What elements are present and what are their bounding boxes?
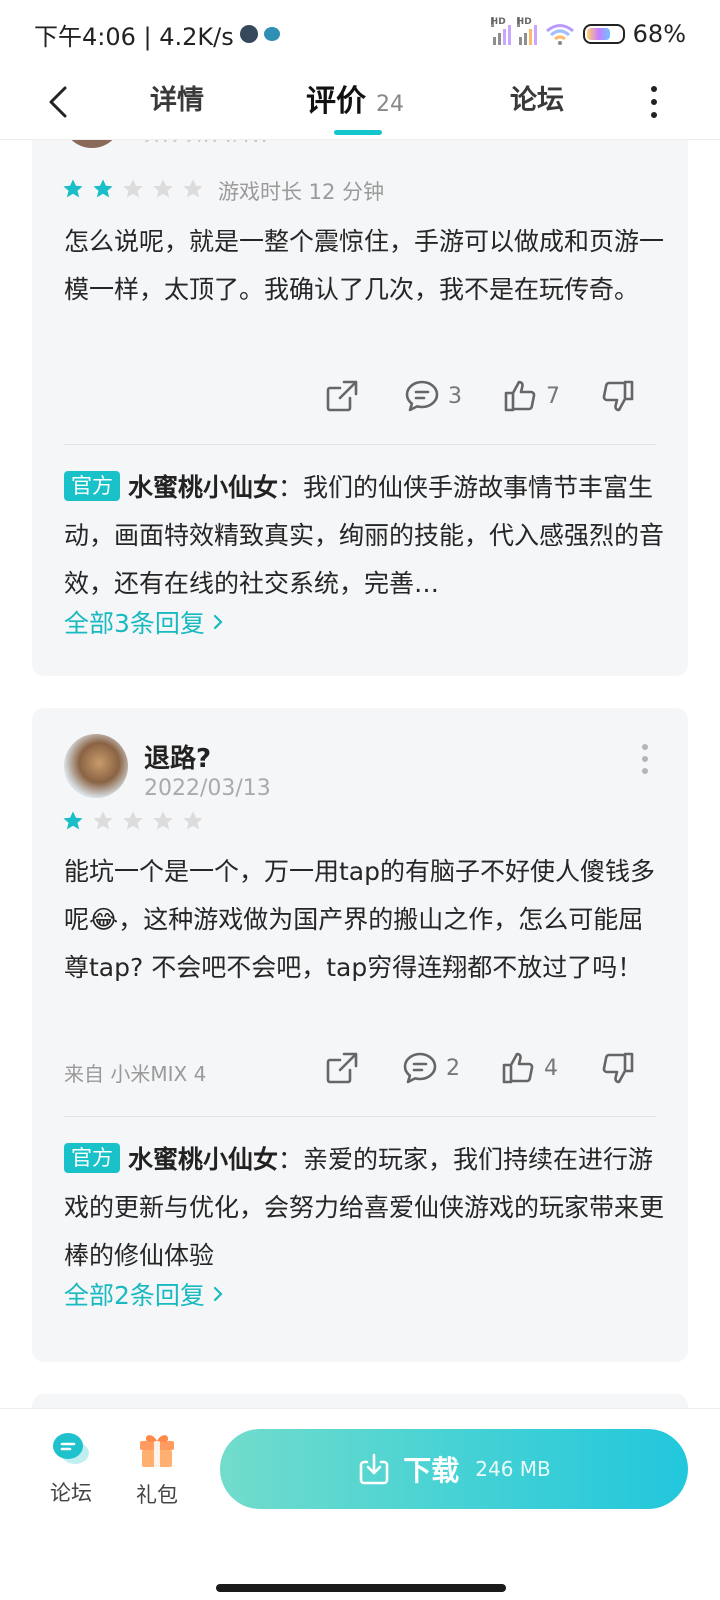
back-arrow-icon xyxy=(49,86,67,118)
share-button[interactable] xyxy=(324,1050,360,1086)
signal-icon-2: HD xyxy=(516,17,537,45)
bottom-action-bar: 论坛 礼包 下载 246 MB xyxy=(0,1408,720,1568)
battery-percent: 68% xyxy=(632,20,686,48)
thumbs-up-icon xyxy=(504,380,536,412)
signal-icon: HD xyxy=(490,17,511,45)
avatar[interactable] xyxy=(64,734,128,798)
official-reply: 官方 水蜜桃小仙女：我们的仙侠手游故事情节丰富生动，画面特效精致真实，绚丽的技能，… xyxy=(64,464,664,608)
star-icon xyxy=(183,811,203,830)
comment-count: 3 xyxy=(448,383,462,409)
share-icon xyxy=(326,380,358,412)
chevron-right-icon xyxy=(213,614,223,630)
share-icon xyxy=(326,1052,358,1084)
home-indicator[interactable] xyxy=(216,1584,506,1592)
star-icon xyxy=(63,811,83,830)
like-button[interactable]: 7 xyxy=(502,378,560,414)
gift-button[interactable]: 礼包 xyxy=(136,1429,178,1509)
review-text: 怎么说呢，就是一整个震惊住，手游可以做成和页游一模一样，太顶了。我确认了几次，我… xyxy=(64,227,665,304)
share-button[interactable] xyxy=(324,378,360,414)
reply-author: 水蜜桃小仙女 xyxy=(128,473,279,502)
status-time-speed: 下午4:06 | 4.2K/s xyxy=(34,22,234,51)
star-icon xyxy=(93,179,113,198)
tab-review[interactable]: 评价 24 xyxy=(306,76,404,120)
username[interactable]: 退路? xyxy=(144,738,211,775)
dislike-button[interactable] xyxy=(600,1050,636,1086)
thumbs-down-icon xyxy=(602,1052,634,1084)
forum-button[interactable]: 论坛 xyxy=(50,1431,92,1507)
fish-notification-icon xyxy=(263,27,280,41)
status-right: HD HD 68% xyxy=(490,17,686,48)
tab-detail[interactable]: 详情 xyxy=(150,78,204,117)
rating-stars xyxy=(62,810,204,832)
comment-button[interactable]: 3 xyxy=(404,378,462,414)
more-options-button[interactable] xyxy=(642,744,648,774)
star-icon xyxy=(153,179,173,198)
more-menu-button[interactable] xyxy=(644,82,664,122)
download-label: 下载 xyxy=(403,1454,460,1487)
official-badge: 官方 xyxy=(64,1143,120,1173)
gift-label: 礼包 xyxy=(136,1483,178,1507)
tab-forum[interactable]: 论坛 xyxy=(510,78,564,117)
star-icon xyxy=(153,811,173,830)
review-card: 2022/03/16 游戏时长 12 分钟 怎么说呢，就是一整个震惊住，手游可以… xyxy=(32,110,688,676)
comment-icon xyxy=(405,380,439,412)
review-date: 2022/03/13 xyxy=(144,776,271,801)
thumbs-down-icon xyxy=(602,380,634,412)
star-icon xyxy=(123,179,143,198)
device-label: 来自 小米MIX 4 xyxy=(64,1062,207,1086)
notification-icon xyxy=(239,25,258,43)
download-button[interactable]: 下载 246 MB xyxy=(220,1429,688,1509)
star-icon xyxy=(93,811,113,830)
like-count: 4 xyxy=(544,1055,558,1081)
playtime: 游戏时长 12 分钟 xyxy=(218,180,385,204)
wifi-icon xyxy=(545,24,574,45)
review-card: 退路? 2022/03/13 能坑一个是一个，万一用tap的有脑子不好使人傻钱多… xyxy=(32,708,688,1362)
comment-button[interactable]: 2 xyxy=(402,1050,460,1086)
dislike-button[interactable] xyxy=(600,378,636,414)
download-size: 246 MB xyxy=(475,1457,551,1481)
all-replies-link[interactable]: 全部3条回复 xyxy=(64,604,225,640)
star-icon xyxy=(123,811,143,830)
comment-icon xyxy=(403,1052,437,1084)
like-count: 7 xyxy=(546,383,560,409)
all-replies-label: 全部2条回复 xyxy=(64,1281,205,1310)
divider xyxy=(64,444,656,445)
top-nav: 详情 评价 24 论坛 xyxy=(0,68,720,140)
chevron-right-icon xyxy=(213,1286,223,1302)
gift-icon xyxy=(140,1435,174,1467)
hd-label: HD xyxy=(490,17,506,27)
reply-author: 水蜜桃小仙女 xyxy=(128,1145,279,1174)
official-reply: 官方 水蜜桃小仙女：亲爱的玩家，我们持续在进行游戏的更新与优化，会努力给喜爱仙侠游… xyxy=(64,1136,664,1280)
status-left: 下午4:06 | 4.2K/s xyxy=(34,17,280,52)
back-button[interactable] xyxy=(38,82,78,122)
all-replies-link[interactable]: 全部2条回复 xyxy=(64,1276,225,1312)
comment-count: 2 xyxy=(446,1055,460,1081)
all-replies-label: 全部3条回复 xyxy=(64,609,205,638)
rating-stars xyxy=(62,178,204,200)
star-icon xyxy=(63,179,83,198)
star-icon xyxy=(183,179,203,198)
status-bar: 下午4:06 | 4.2K/s HD HD 68% xyxy=(0,0,720,68)
forum-label: 论坛 xyxy=(50,1481,92,1505)
official-badge: 官方 xyxy=(64,471,120,501)
thumbs-up-icon xyxy=(502,1052,534,1084)
like-button[interactable]: 4 xyxy=(500,1050,558,1086)
divider xyxy=(64,1116,656,1117)
tab-review-label: 评价 xyxy=(306,84,366,119)
download-icon xyxy=(359,1453,389,1485)
review-count: 24 xyxy=(376,92,404,117)
tab-indicator xyxy=(334,130,382,135)
review-text: 能坑一个是一个，万一用tap的有脑子不好使人傻钱多呢😂，这种游戏做为国产界的搬山… xyxy=(64,857,655,982)
hd-label-2: HD xyxy=(516,17,532,27)
forum-chat-icon xyxy=(53,1433,89,1464)
battery-icon xyxy=(582,24,625,44)
